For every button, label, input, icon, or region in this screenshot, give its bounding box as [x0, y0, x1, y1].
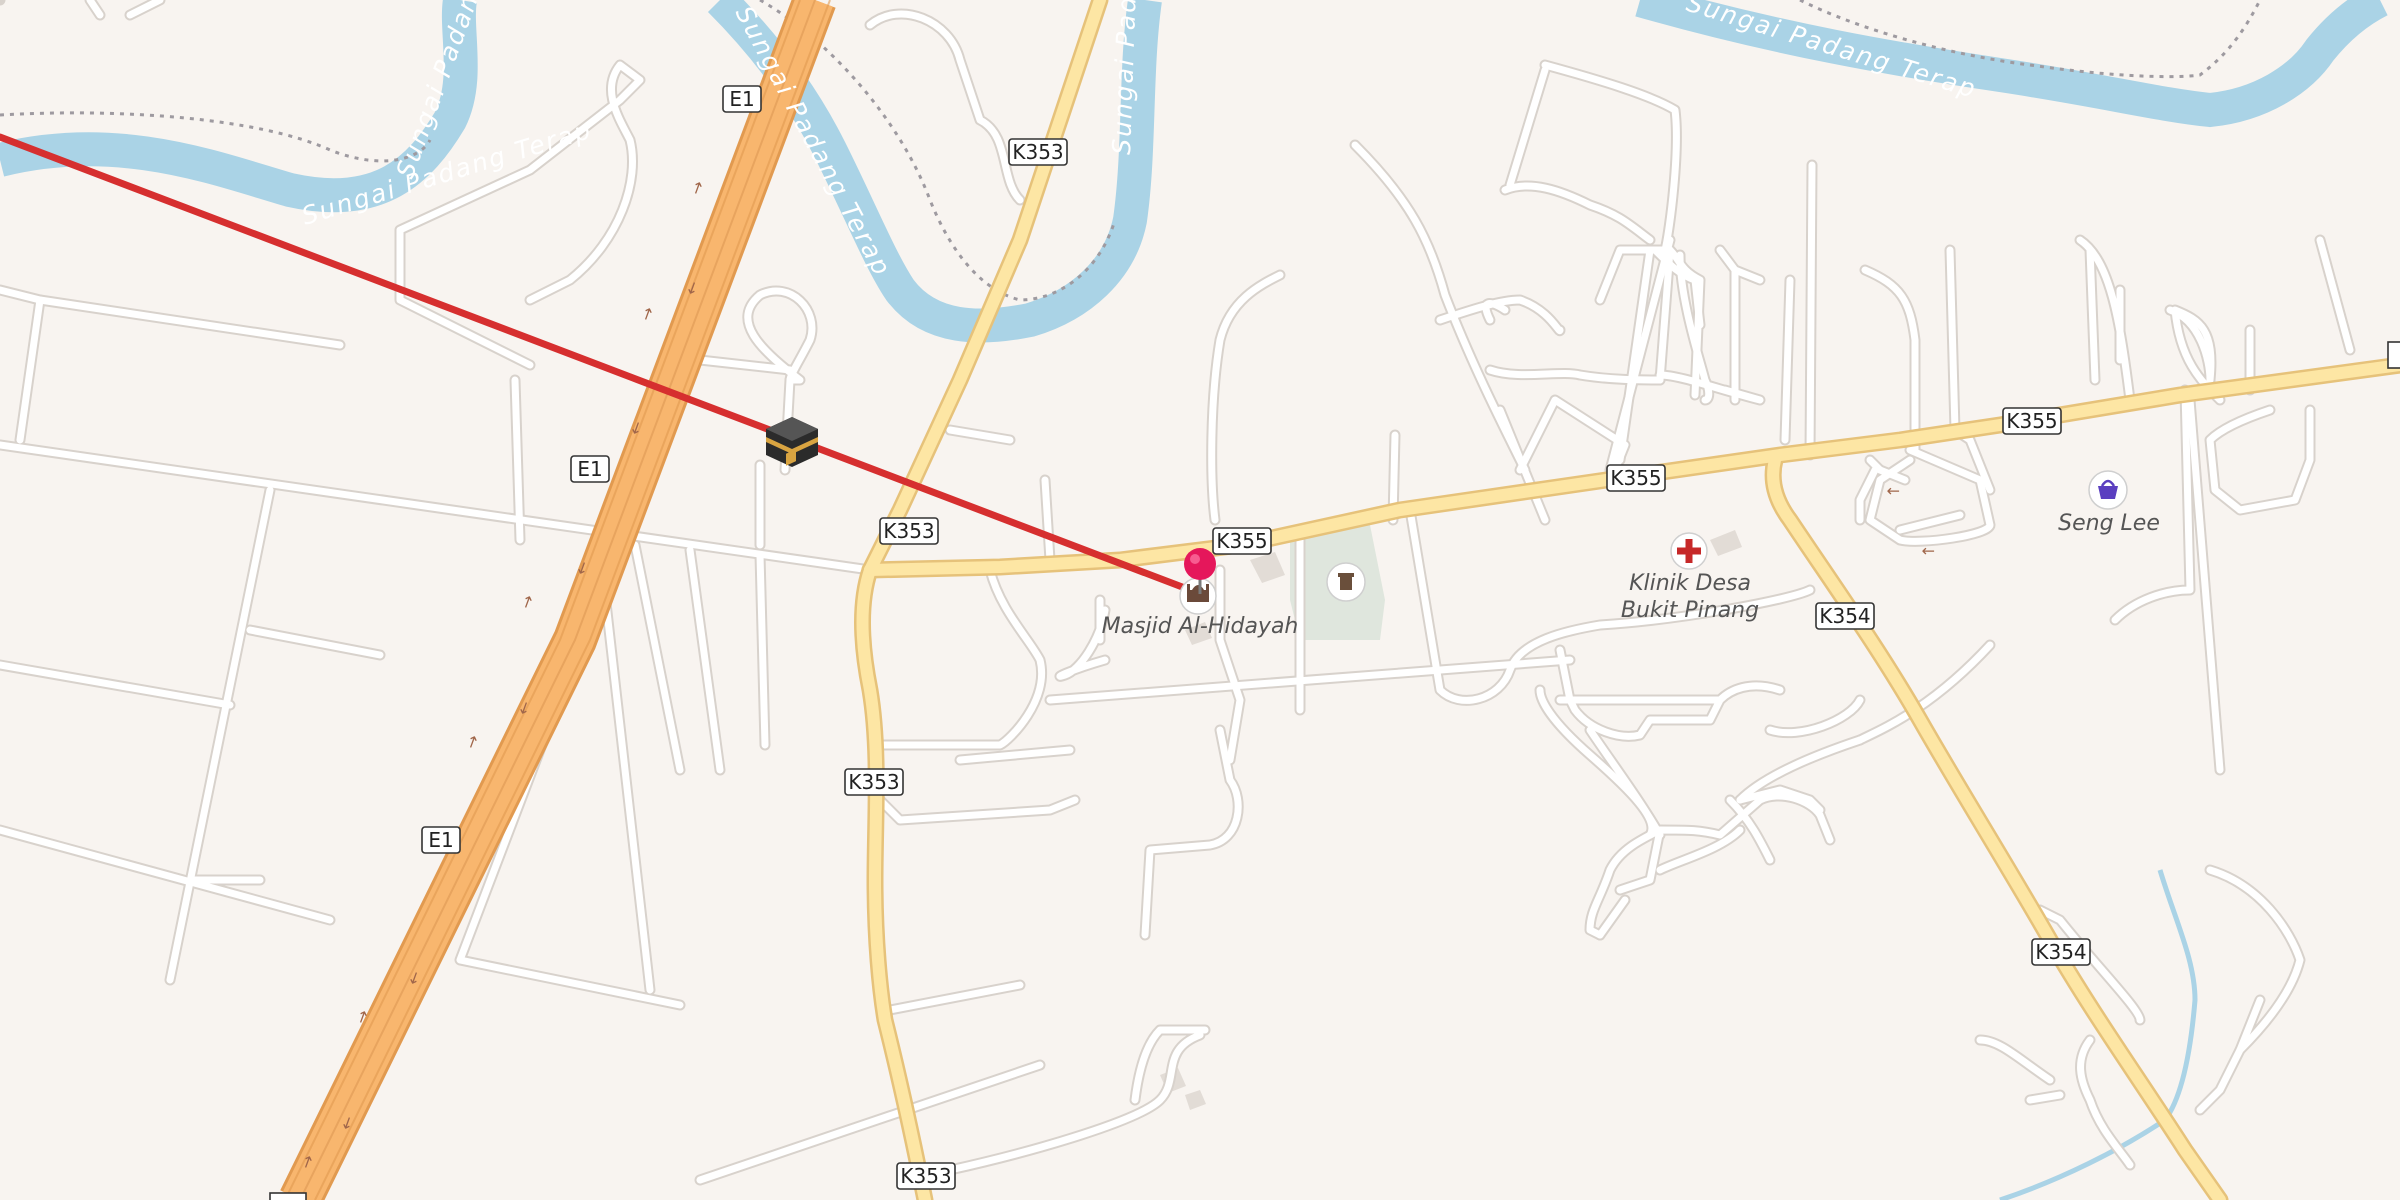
road-shield: K354 — [2031, 938, 2091, 966]
road-shield: K353 — [879, 517, 939, 545]
direction-arrow-icon: → — [636, 304, 658, 323]
road-shield: K353 — [896, 1162, 956, 1190]
road-shield: K355 — [1212, 527, 1272, 555]
road-shield-partial — [2387, 341, 2400, 369]
svg-text:K354: K354 — [1819, 604, 1870, 628]
poi-label-mosque: Masjid Al-Hidayah — [1102, 614, 1299, 639]
svg-text:K355: K355 — [1610, 466, 1661, 490]
hospital-cross-icon[interactable] — [1670, 532, 1708, 570]
mosque-icon[interactable] — [1179, 577, 1217, 615]
road-shield: K355 — [2002, 407, 2062, 435]
road-shield: K353 — [844, 768, 904, 796]
direction-arrow-icon: → — [516, 592, 538, 611]
svg-text:E1: E1 — [428, 828, 453, 852]
direction-arrow-icon: → — [1922, 542, 1935, 561]
direction-arrow-icon: → — [461, 732, 483, 751]
kaaba-icon[interactable] — [766, 417, 818, 467]
road-shield: K355 — [1606, 464, 1666, 492]
svg-text:K355: K355 — [1216, 529, 1267, 553]
svg-text:K353: K353 — [883, 519, 934, 543]
svg-text:K353: K353 — [848, 770, 899, 794]
building — [1250, 552, 1285, 583]
poi-label-shop: Seng Lee — [2058, 511, 2160, 536]
poi-label-clinic-line1: Klinik Desa — [1629, 571, 1751, 596]
road-k354 — [1764, 451, 2229, 1200]
building — [1710, 530, 1742, 556]
road-shield: E1 — [722, 85, 762, 113]
svg-text:K354: K354 — [2035, 940, 2086, 964]
svg-text:K355: K355 — [2006, 409, 2057, 433]
direction-arrow-icon: → — [1887, 482, 1900, 501]
map-canvas[interactable]: → → → → → → → → → → → → → → Sungai Padan… — [0, 0, 2400, 1200]
road-shield: K353 — [1008, 138, 1068, 166]
shopping-basket-icon[interactable] — [2088, 470, 2128, 510]
svg-text:E1: E1 — [729, 87, 754, 111]
svg-text:K353: K353 — [1012, 140, 1063, 164]
road-shield-partial — [269, 1192, 307, 1200]
building — [1185, 1090, 1206, 1110]
road-shield: E1 — [421, 826, 461, 854]
direction-arrow-icon: → — [686, 178, 708, 197]
svg-text:K353: K353 — [900, 1164, 951, 1188]
road-shield: E1 — [570, 455, 610, 483]
svg-text:E1: E1 — [577, 457, 602, 481]
cemetery-icon[interactable] — [1326, 562, 1366, 602]
road-shield: K354 — [1815, 602, 1875, 630]
poi-label-clinic-line2: Bukit Pinang — [1621, 598, 1759, 623]
